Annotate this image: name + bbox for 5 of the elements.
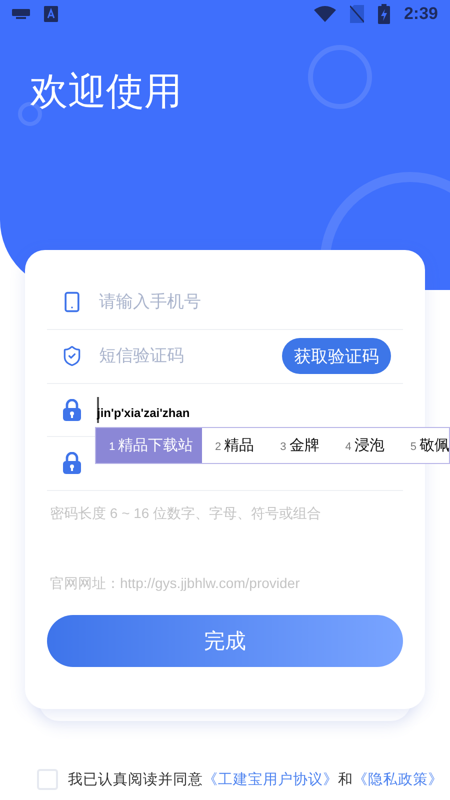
agreement-text: 我已认真阅读并同意《工建宝用户协议》和《隐私政策》 [68, 770, 443, 788]
welcome-title: 欢迎使用 [30, 70, 182, 115]
password-hint: 密码长度 6 ~ 16 位数字、字母、符号或组合 [50, 504, 322, 522]
website-text: 官网网址：http://gys.jjbhlw.com/provider [50, 574, 301, 592]
status-time: 2:39 [404, 4, 438, 24]
